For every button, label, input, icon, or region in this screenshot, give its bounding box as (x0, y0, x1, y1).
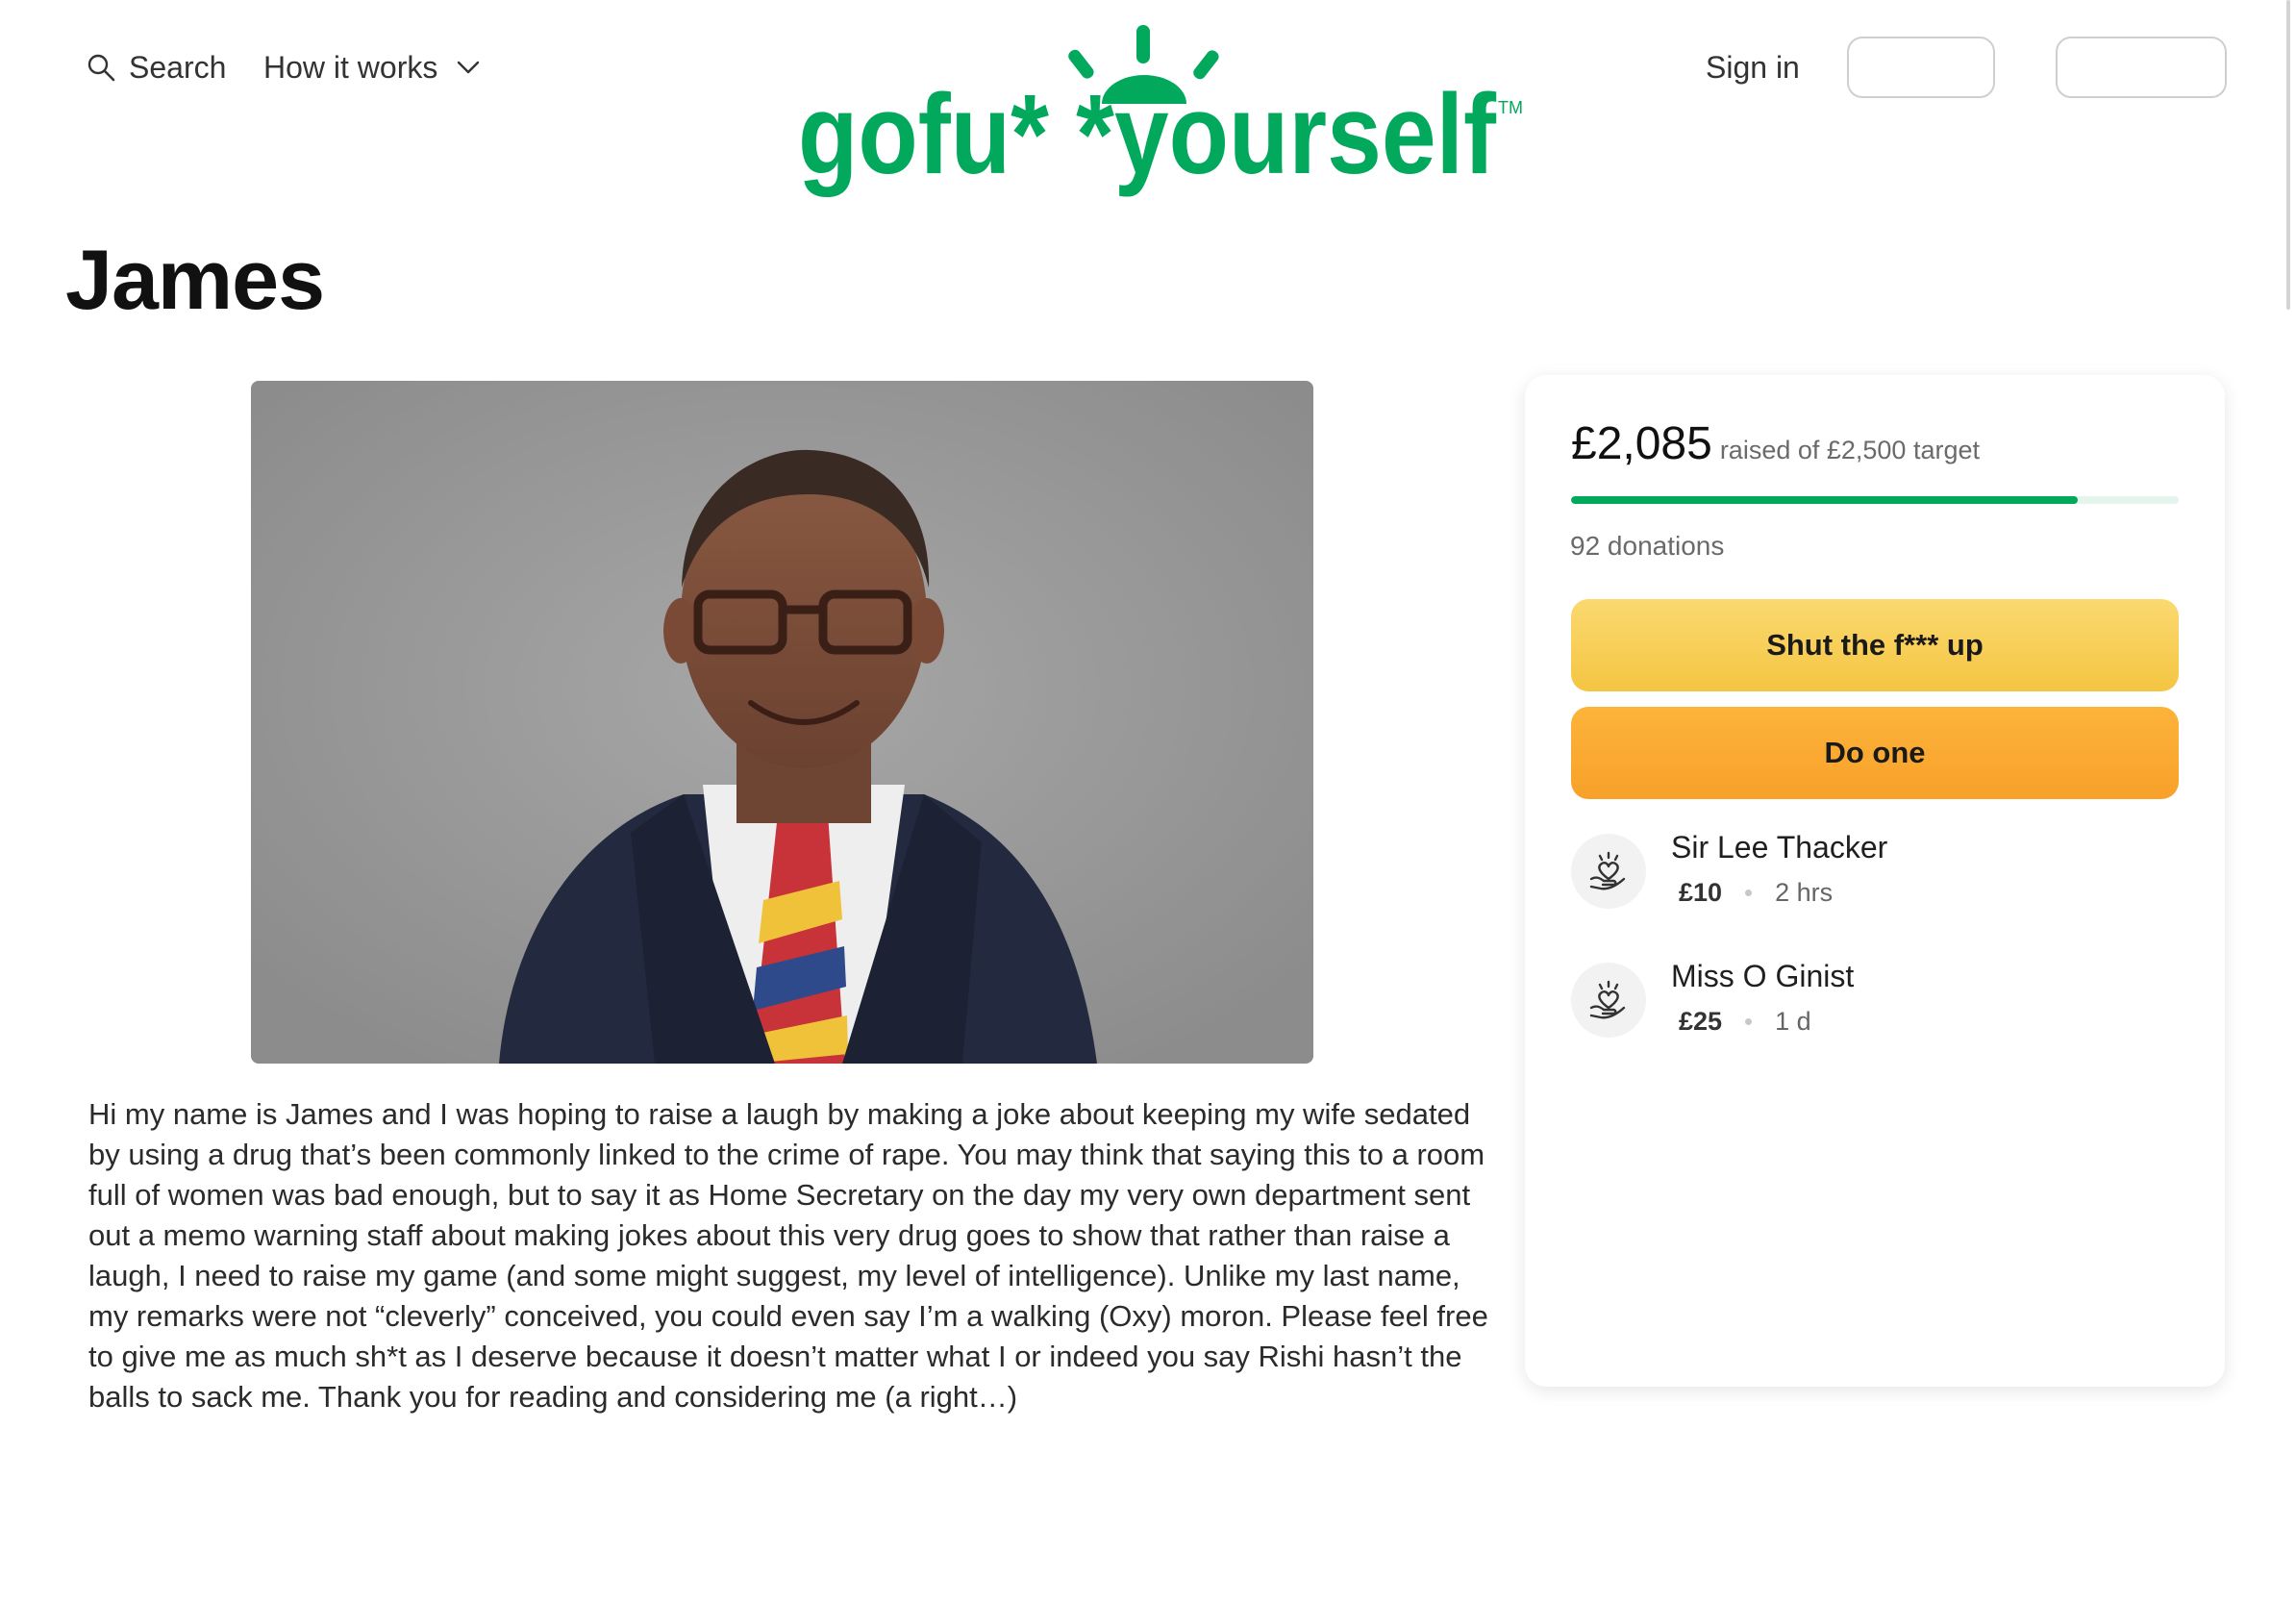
separator-dot (1745, 890, 1753, 896)
donation-item: Sir Lee Thacker £10 2 hrs (1571, 830, 2179, 916)
header-button-2[interactable] (2056, 37, 2227, 98)
donation-item: Miss O Ginist £25 1 d (1571, 959, 2179, 1045)
fundraiser-story: Hi my name is James and I was hoping to … (88, 1097, 1488, 1414)
donor-name: Miss O Ginist (1671, 959, 1855, 993)
how-it-works-label: How it works (263, 49, 438, 85)
how-it-works-menu[interactable]: How it works (263, 46, 480, 88)
progress-fill (1571, 496, 2079, 504)
sign-in-link[interactable]: Sign in (1706, 46, 1800, 88)
do-one-button[interactable]: Do one (1571, 707, 2179, 799)
donation-count: 92 donations (1570, 531, 1725, 561)
donation-amount: £10 (1679, 878, 1723, 907)
search-link[interactable]: Search (87, 46, 226, 88)
raised-target-text: raised of £2,500 target (1719, 436, 1980, 464)
donation-time: 1 d (1775, 1007, 1811, 1036)
donation-meta: £10 2 hrs (1679, 878, 1833, 908)
search-icon (87, 54, 115, 82)
progress-bar (1571, 496, 2179, 504)
donation-meta: £25 1 d (1679, 1007, 1811, 1037)
site-logo[interactable]: gofu* *yourself TM (798, 19, 1529, 212)
separator-dot (1745, 1018, 1753, 1025)
logo-wordmark: gofu* *yourself (798, 71, 1497, 198)
donor-name: Sir Lee Thacker (1671, 830, 1888, 865)
raised-amount: £2,085 (1571, 418, 1712, 469)
donation-time: 2 hrs (1775, 878, 1834, 907)
amount-raised: £2,085 raised of £2,500 target (1571, 417, 1980, 470)
fundraiser-photo (251, 381, 1313, 1064)
chevron-down-icon (458, 61, 480, 74)
donation-card: £2,085 raised of £2,500 target 92 donatio… (1525, 375, 2225, 1387)
page-title: James (65, 232, 325, 327)
header-button-1[interactable] (1847, 37, 1995, 98)
donation-amount: £25 (1679, 1007, 1723, 1036)
shut-up-button[interactable]: Shut the f*** up (1571, 599, 2179, 691)
logo-trademark: TM (1498, 98, 1523, 117)
search-label: Search (129, 49, 227, 85)
donation-heart-icon (1571, 834, 1646, 909)
page-scrollbar[interactable] (2286, 0, 2290, 310)
donation-heart-icon (1571, 963, 1646, 1038)
